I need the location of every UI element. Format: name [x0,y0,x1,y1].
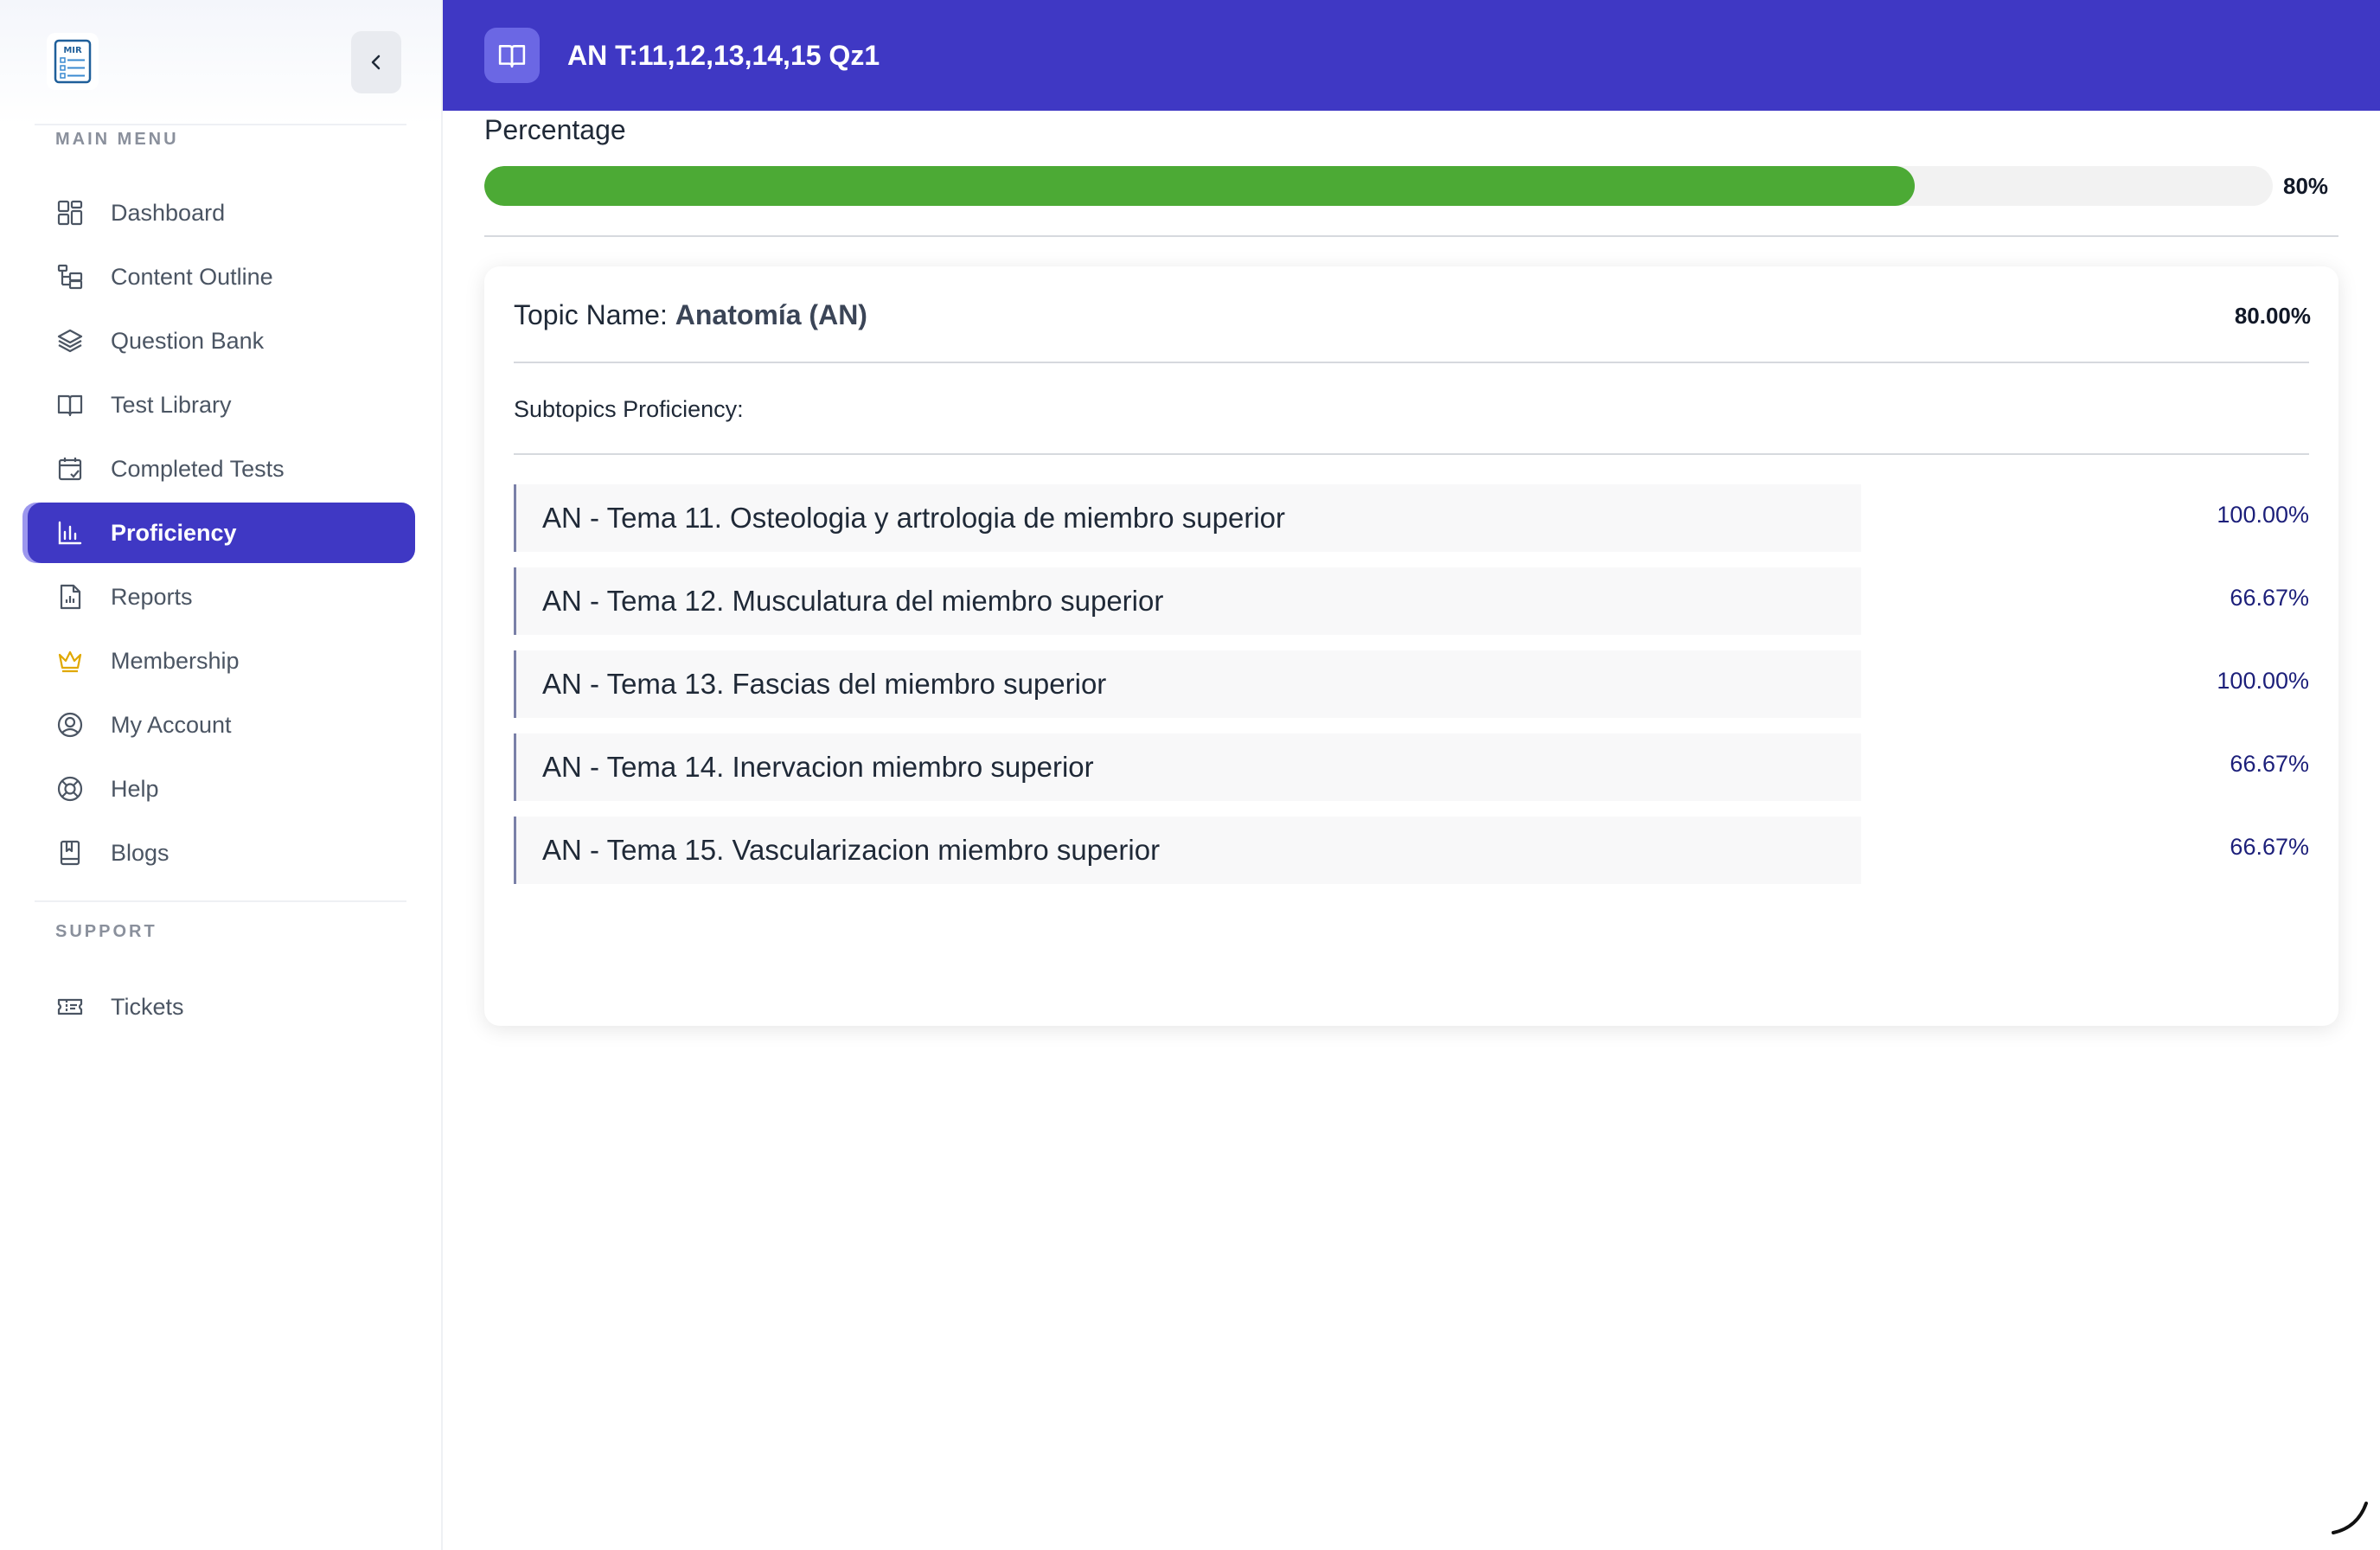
card-divider [514,453,2309,455]
topic-name: Anatomía (AN) [675,299,867,330]
sidebar-divider [35,124,406,125]
progress-fill [484,166,1916,206]
subtopic-row: AN - Tema 15. Vascularizacion miembro su… [514,817,2309,884]
svg-text:MIR: MIR [63,46,82,55]
subtopic-name: AN - Tema 15. Vascularizacion miembro su… [514,817,1861,884]
subtopic-name: AN - Tema 13. Fascias del miembro superi… [514,650,1861,718]
support-label: SUPPORT [55,922,157,941]
sidebar: MIR MAIN MENU Dashboard Content Outline … [0,0,443,1550]
report-icon [55,582,85,612]
collapse-sidebar-button[interactable] [351,31,401,93]
crown-icon [55,646,85,676]
sidebar-item-completed-tests[interactable]: Completed Tests [28,439,415,499]
app-logo[interactable]: MIR [47,33,99,90]
sidebar-item-question-bank[interactable]: Question Bank [28,311,415,371]
subtopic-score: 100.00% [2217,668,2309,694]
ticket-icon [55,992,85,1022]
layers-icon [55,326,85,355]
outline-icon [55,262,85,291]
subtopic-score: 66.67% [2230,585,2309,611]
subtopic-row: AN - Tema 14. Inervacion miembro superio… [514,733,2309,801]
card-divider [514,362,2309,363]
sidebar-divider [35,900,406,902]
sidebar-item-proficiency[interactable]: Proficiency [28,503,415,563]
main-menu-label: MAIN MENU [55,130,179,149]
subtopic-name: AN - Tema 12. Musculatura del miembro su… [514,567,1861,635]
sidebar-item-blogs[interactable]: Blogs [28,823,415,883]
overall-progress-bar [484,166,2273,206]
sidebar-item-label: Membership [111,647,240,674]
sidebar-item-label: Completed Tests [111,455,285,482]
sidebar-item-content-outline[interactable]: Content Outline [28,247,415,307]
header-book-icon-badge [484,28,540,83]
sidebar-item-test-library[interactable]: Test Library [28,375,415,435]
sidebar-item-label: Test Library [111,391,232,418]
page-title: AN T:11,12,13,14,15 Qz1 [567,39,880,71]
bar-chart-icon [55,518,85,548]
subtopic-name: AN - Tema 14. Inervacion miembro superio… [514,733,1861,801]
subtopic-row: AN - Tema 11. Osteologia y artrologia de… [514,484,2309,552]
section-divider [484,235,2338,237]
dashboard-icon [55,198,85,227]
book-open-icon [498,45,526,68]
sidebar-item-reports[interactable]: Reports [28,567,415,627]
topic-card: Topic Name: Anatomía (AN) 80.00% Subtopi… [484,266,2338,1026]
sidebar-item-label: Tickets [111,993,184,1020]
user-circle-icon [55,710,85,740]
logo-icon: MIR [54,39,92,84]
chevron-left-icon [371,54,381,70]
subtopics-label: Subtopics Proficiency: [514,396,744,422]
subtopic-score: 66.67% [2230,834,2309,860]
sidebar-item-label: Proficiency [111,519,237,546]
topic-title: Topic Name: Anatomía (AN) [514,299,867,331]
subtopic-row: AN - Tema 13. Fascias del miembro superi… [514,650,2309,718]
lifebuoy-icon [55,774,85,804]
sidebar-item-dashboard[interactable]: Dashboard [28,183,415,243]
main-content: Percentage 80% Topic Name: Anatomía (AN)… [443,111,2380,1550]
progress-percentage: 80% [2283,173,2329,199]
sidebar-item-label: Dashboard [111,199,226,226]
subtopic-score: 100.00% [2217,502,2309,528]
topic-score: 80.00% [2234,303,2311,329]
sidebar-item-help[interactable]: Help [28,759,415,819]
sidebar-item-my-account[interactable]: My Account [28,695,415,755]
subtopic-name: AN - Tema 11. Osteologia y artrologia de… [514,484,1861,552]
topic-name-prefix: Topic Name: [514,299,675,330]
sidebar-item-label: Content Outline [111,263,273,290]
sidebar-item-label: Question Bank [111,327,265,354]
loading-spinner-icon [2332,1502,2368,1534]
subtopic-row: AN - Tema 12. Musculatura del miembro su… [514,567,2309,635]
calendar-check-icon [55,454,85,484]
percentage-label: Percentage [484,114,626,145]
page-header: AN T:11,12,13,14,15 Qz1 [443,0,2380,111]
sidebar-item-membership[interactable]: Membership [28,631,415,691]
sidebar-item-tickets[interactable]: Tickets [28,977,415,1037]
sidebar-item-label: Blogs [111,839,170,866]
book-open-icon [55,390,85,420]
bookmark-book-icon [55,838,85,868]
sidebar-item-label: Help [111,775,159,802]
subtopic-score: 66.67% [2230,751,2309,777]
sidebar-item-label: My Account [111,711,232,738]
sidebar-item-label: Reports [111,583,193,610]
